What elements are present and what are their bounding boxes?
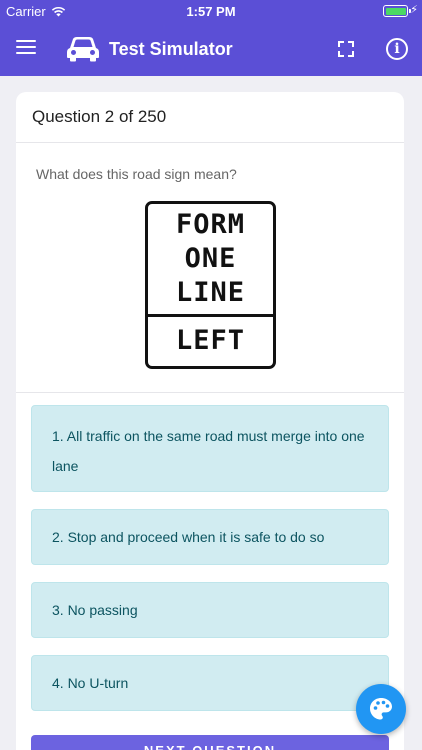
car-icon [67,37,99,62]
menu-icon[interactable] [16,40,36,56]
answer-option-2[interactable]: 2. Stop and proceed when it is safe to d… [31,509,389,565]
answer-option-4[interactable]: 4. No U-turn [31,655,389,711]
carrier-info: Carrier [6,4,66,19]
answer-option-1[interactable]: 1. All traffic on the same road must mer… [31,405,389,492]
palette-icon [370,698,392,720]
info-icon[interactable]: i [386,38,408,60]
answer-option-3[interactable]: 3. No passing [31,582,389,638]
app-title: Test Simulator [109,39,233,59]
sign-line-3: LINE [175,277,246,308]
next-question-button[interactable]: NEXT QUESTION [31,735,389,750]
charging-icon: ⚡ [410,4,418,16]
status-bar: Carrier 1:57 PM ⚡ [0,0,422,22]
road-sign-image: FORM ONE LINE LEFT [145,201,276,369]
app-bar: Test Simulator i [0,22,422,76]
question-text: What does this road sign mean? [36,166,237,182]
theme-fab[interactable] [356,684,406,734]
battery-icon [383,5,411,17]
question-card: Question 2 of 250 What does this road si… [16,92,404,750]
info-glyph: i [394,41,400,57]
sign-line-2: ONE [184,243,237,274]
sign-bottom-panel: LEFT [175,324,246,356]
sign-line-1: FORM [175,209,246,240]
question-counter: Question 2 of 250 [16,92,404,143]
divider [16,392,404,393]
wifi-icon [51,6,65,17]
carrier-label: Carrier [6,4,46,19]
fullscreen-icon[interactable] [336,39,356,59]
sign-top-panel: FORM ONE LINE [148,204,273,317]
